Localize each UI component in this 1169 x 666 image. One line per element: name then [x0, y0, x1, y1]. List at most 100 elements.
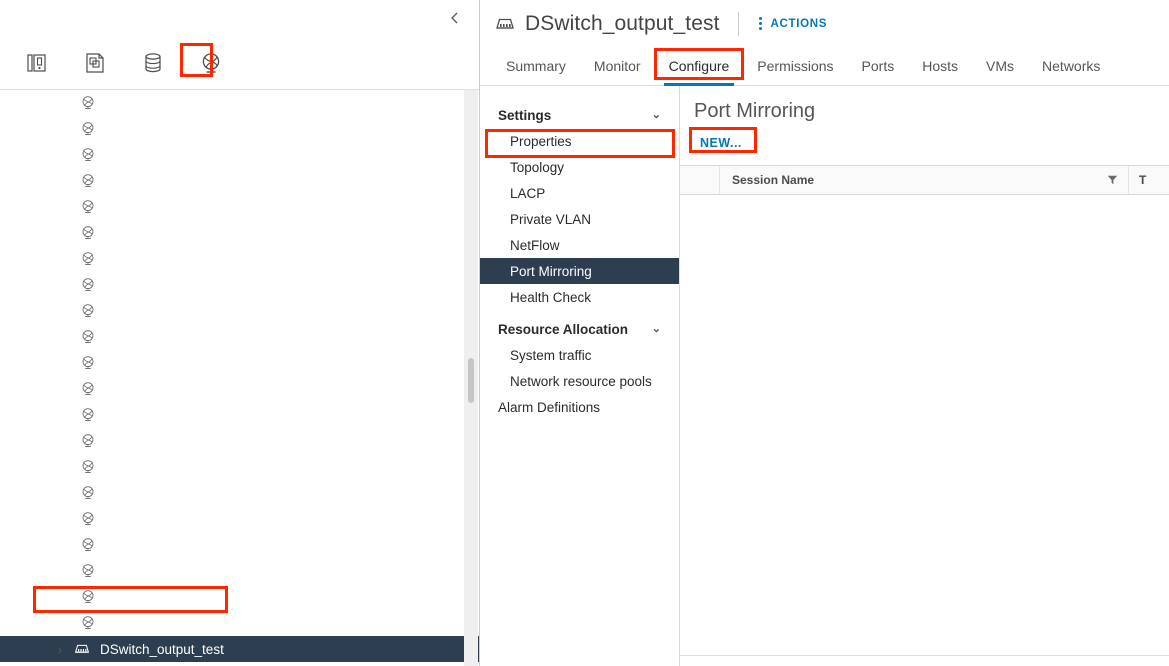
- object-header: DSwitch_output_test ACTIONS: [480, 0, 1169, 47]
- vms-and-templates-icon[interactable]: [66, 40, 124, 86]
- storage-icon[interactable]: [124, 40, 182, 86]
- distributed-port-group-icon: [78, 223, 98, 243]
- sidebar-item-port-mirroring[interactable]: Port Mirroring: [480, 258, 679, 284]
- grid-select-all-column[interactable]: [680, 166, 720, 194]
- tab-label: Configure: [669, 58, 730, 74]
- list-item[interactable]: [0, 246, 479, 272]
- sidebar-item-topology[interactable]: Topology: [480, 154, 679, 180]
- funnel-filter-icon[interactable]: [1107, 175, 1118, 186]
- list-item[interactable]: [0, 142, 479, 168]
- list-item[interactable]: [0, 584, 479, 610]
- distributed-port-group-icon: [78, 275, 98, 295]
- nav-group-resource-allocation[interactable]: Resource Allocation ⌄: [480, 316, 679, 342]
- tab-label: Hosts: [922, 58, 958, 74]
- sidebar-item-dswitch-output-test[interactable]: › DSwitch_output_test: [0, 636, 479, 662]
- chevron-left-icon[interactable]: [444, 7, 466, 29]
- new-button[interactable]: NEW...: [694, 133, 748, 153]
- distributed-port-group-icon: [78, 483, 98, 503]
- list-item[interactable]: [0, 272, 479, 298]
- tab-networks[interactable]: Networks: [1028, 47, 1114, 85]
- inventory-scrollbar[interactable]: [464, 90, 478, 666]
- hosts-and-clusters-icon[interactable]: [8, 40, 66, 86]
- vsphere-client-window: › DSwitch_output_test DSwitch_output_test: [0, 0, 1169, 666]
- list-item[interactable]: [0, 90, 479, 116]
- port-mirroring-content: Port Mirroring NEW... Session Name: [680, 86, 1169, 666]
- list-item[interactable]: [0, 610, 479, 636]
- nav-item-label: NetFlow: [510, 238, 560, 253]
- tab-permissions[interactable]: Permissions: [743, 47, 847, 85]
- list-item[interactable]: [0, 506, 479, 532]
- list-item[interactable]: [0, 220, 479, 246]
- list-item[interactable]: [0, 194, 479, 220]
- tree-item-label: DSwitch_output_test: [100, 642, 224, 657]
- distributed-port-group-icon: [78, 509, 98, 529]
- distributed-port-group-icon: [78, 457, 98, 477]
- sidebar-item-alarm-definitions[interactable]: Alarm Definitions: [480, 394, 679, 420]
- nav-item-label: Health Check: [510, 290, 591, 305]
- object-detail-panel: DSwitch_output_test ACTIONS Summary Monit…: [480, 0, 1169, 666]
- list-item[interactable]: [0, 168, 479, 194]
- list-item[interactable]: [0, 402, 479, 428]
- grid-column-type[interactable]: T: [1129, 166, 1169, 194]
- tab-configure[interactable]: Configure: [655, 47, 744, 85]
- distributed-port-group-icon: [78, 197, 98, 217]
- distributed-port-group-icon: [78, 353, 98, 373]
- tab-label: VMs: [986, 58, 1014, 74]
- tab-monitor[interactable]: Monitor: [580, 47, 655, 85]
- tab-hosts[interactable]: Hosts: [908, 47, 972, 85]
- list-item[interactable]: [0, 662, 479, 666]
- tab-summary[interactable]: Summary: [492, 47, 580, 85]
- tab-vms[interactable]: VMs: [972, 47, 1028, 85]
- list-item[interactable]: [0, 376, 479, 402]
- configure-body: Settings ⌄ Properties Topology LACP Private V…: [480, 86, 1169, 666]
- sidebar-item-lacp[interactable]: LACP: [480, 180, 679, 206]
- nav-item-label: Properties: [510, 134, 572, 149]
- list-item[interactable]: [0, 532, 479, 558]
- distributed-port-group-icon: [78, 301, 98, 321]
- nav-item-label: Network resource pools: [510, 374, 652, 389]
- nav-group-label: Settings: [498, 108, 551, 123]
- list-item[interactable]: [0, 116, 479, 142]
- grid-column-session-name[interactable]: Session Name: [720, 166, 1129, 194]
- list-item[interactable]: [0, 558, 479, 584]
- nav-item-label: Port Mirroring: [510, 264, 592, 279]
- chevron-down-icon[interactable]: ⌄: [652, 110, 661, 121]
- grid-body: [680, 195, 1169, 655]
- list-item[interactable]: [0, 298, 479, 324]
- list-item[interactable]: [0, 350, 479, 376]
- sidebar-item-system-traffic[interactable]: System traffic: [480, 342, 679, 368]
- sidebar-item-properties[interactable]: Properties: [480, 128, 679, 154]
- sidebar-item-network-resource-pools[interactable]: Network resource pools: [480, 368, 679, 394]
- distributed-switch-icon: [494, 13, 516, 35]
- networking-icon[interactable]: [182, 40, 240, 86]
- actions-button[interactable]: ACTIONS: [755, 16, 828, 32]
- list-item[interactable]: [0, 480, 479, 506]
- distributed-port-group-icon: [78, 171, 98, 191]
- distributed-port-group-icon: [78, 93, 98, 113]
- nav-item-label: Private VLAN: [510, 212, 591, 227]
- inventory-tree: › DSwitch_output_test: [0, 90, 479, 666]
- inventory-panel: › DSwitch_output_test: [0, 0, 480, 666]
- nav-item-label: System traffic: [510, 348, 592, 363]
- sidebar-item-health-check[interactable]: Health Check: [480, 284, 679, 310]
- list-item[interactable]: [0, 428, 479, 454]
- nav-item-label: LACP: [510, 186, 545, 201]
- tab-label: Monitor: [594, 58, 641, 74]
- tab-label: Summary: [506, 58, 566, 74]
- inventory-scrollbar-thumb[interactable]: [468, 358, 474, 403]
- sidebar-item-private-vlan[interactable]: Private VLAN: [480, 206, 679, 232]
- distributed-port-group-icon: [78, 431, 98, 451]
- list-item[interactable]: [0, 324, 479, 350]
- distributed-port-group-icon: [78, 535, 98, 555]
- distributed-port-group-icon: [78, 249, 98, 269]
- configure-nav: Settings ⌄ Properties Topology LACP Private V…: [480, 86, 680, 666]
- chevron-down-icon[interactable]: ⌄: [652, 324, 661, 335]
- list-item[interactable]: [0, 454, 479, 480]
- actions-label: ACTIONS: [771, 18, 828, 30]
- tab-ports[interactable]: Ports: [848, 47, 909, 85]
- nav-group-label: Resource Allocation: [498, 322, 628, 337]
- tab-label: Ports: [862, 58, 895, 74]
- chevron-right-icon[interactable]: ›: [52, 636, 68, 662]
- sidebar-item-netflow[interactable]: NetFlow: [480, 232, 679, 258]
- nav-group-settings[interactable]: Settings ⌄: [480, 102, 679, 128]
